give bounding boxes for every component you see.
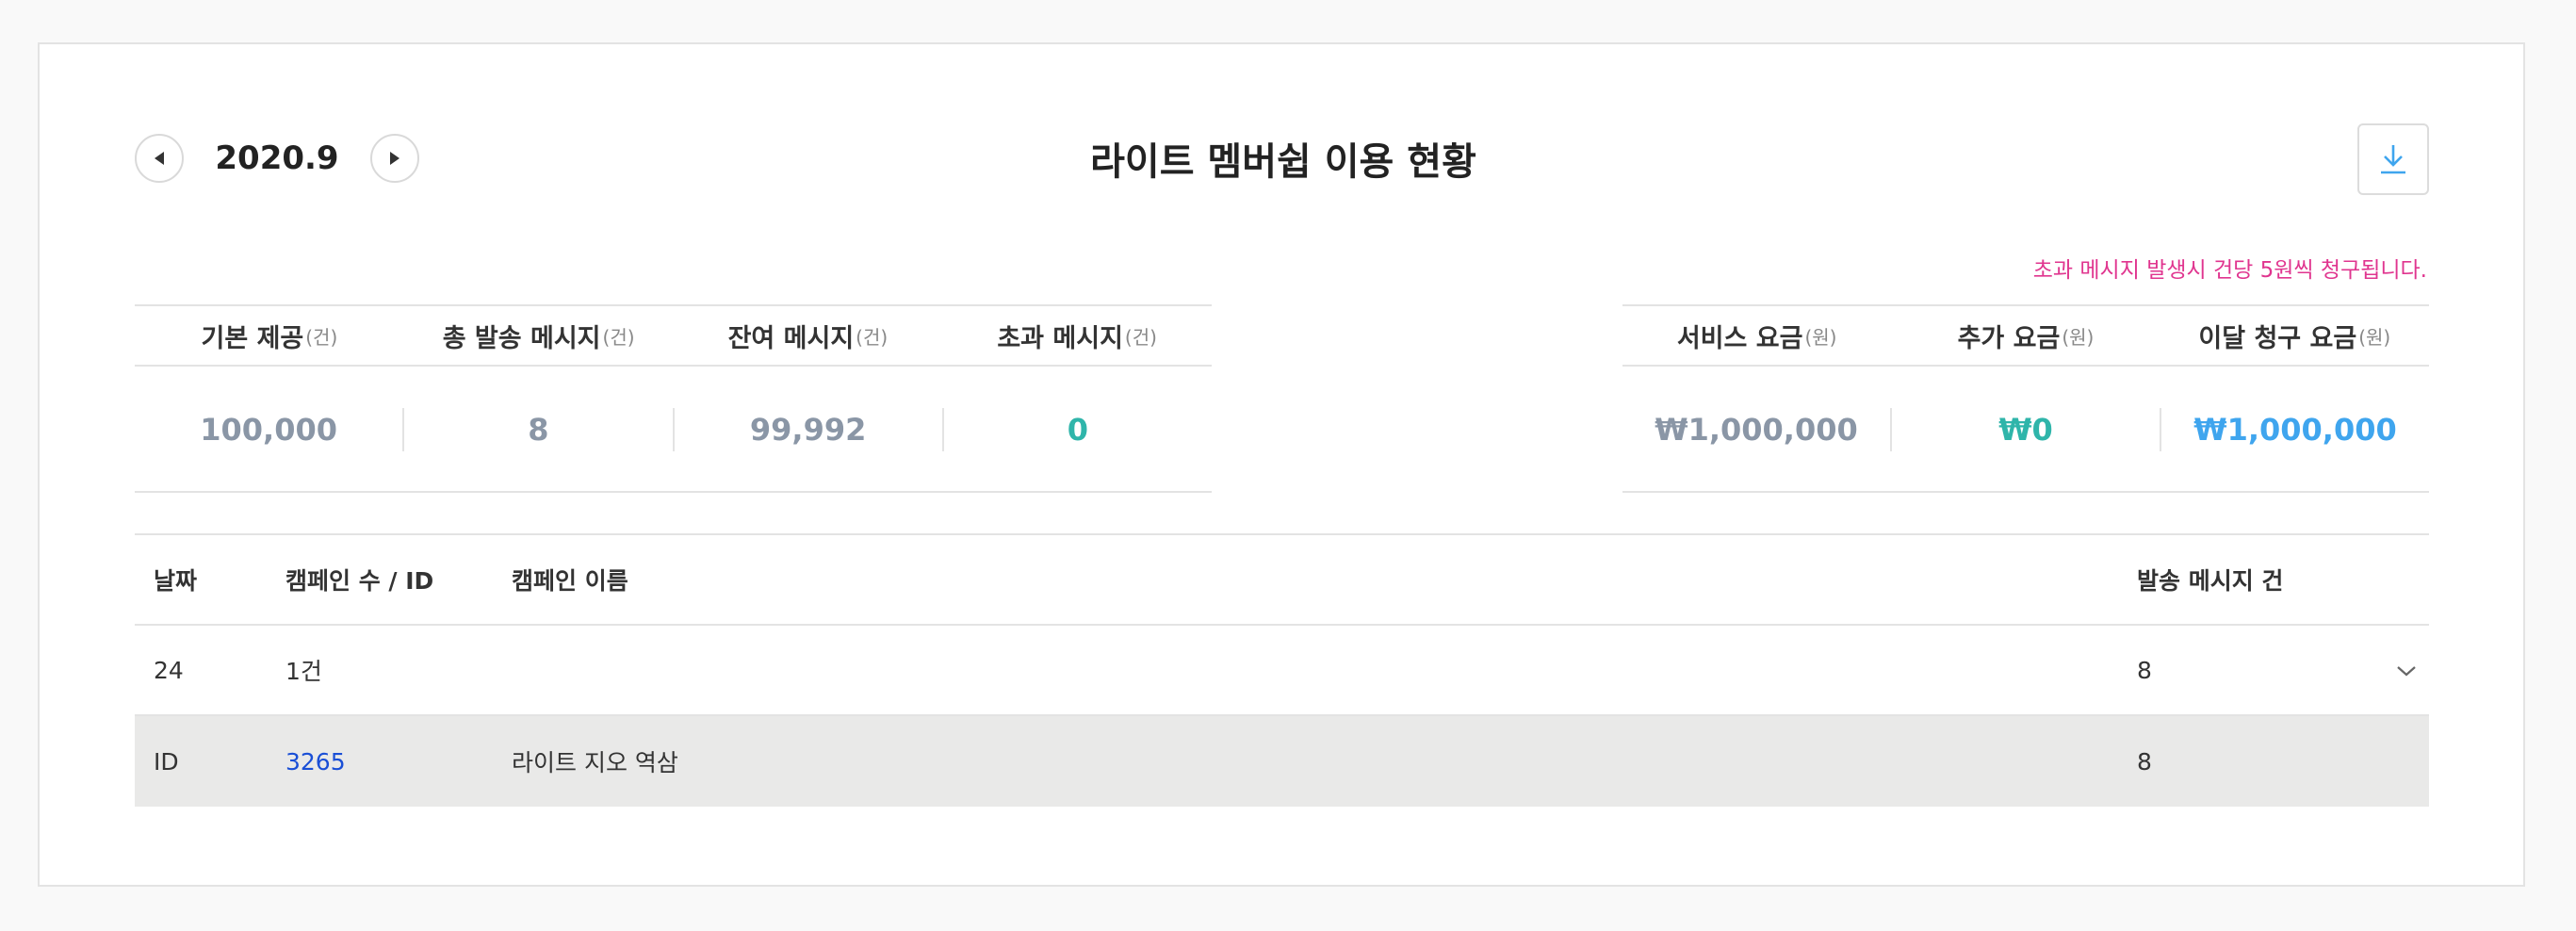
membership-usage-panel: 2020.9 라이트 멤버쉽 이용 현황 초과 메시지 발생시 건당 5원씩 청… [38, 42, 2525, 887]
stat-value-basic: 100,000 [200, 412, 337, 448]
fee-header-label: 서비스 요금 [1676, 323, 1803, 353]
fee-header-label: 이달 청구 요금 [2198, 323, 2357, 353]
fee-header-label: 추가 요금 [1957, 323, 2061, 353]
stat-header-unit: (건) [1124, 325, 1157, 349]
stat-header-remaining: 잔여 메시지 (건) [674, 306, 943, 365]
campaign-table-header: 날짜 캠페인 수 / ID 캠페인 이름 발송 메시지 건 [135, 535, 2429, 626]
campaign-id-link-text[interactable]: 3265 [285, 748, 346, 776]
cell-id-label: ID [154, 747, 179, 776]
campaign-table: 날짜 캠페인 수 / ID 캠페인 이름 발송 메시지 건 24 1건 8 ID… [135, 533, 2429, 807]
fee-value-additional: ₩0 [1890, 408, 2160, 451]
column-header-campaign-count-id: 캠페인 수 / ID [285, 567, 434, 595]
download-icon [2381, 145, 2405, 174]
stat-header-unit: (건) [305, 325, 338, 349]
stat-value-total-sent: 8 [402, 408, 672, 451]
table-row[interactable]: 24 1건 8 [135, 626, 2429, 716]
cell-date: 24 [154, 656, 184, 684]
cell-sent-count: 8 [2137, 747, 2152, 776]
stat-header-basic: 기본 제공 (건) [135, 306, 404, 365]
fee-value-monthly-bill: ₩1,000,000 [2160, 408, 2429, 451]
expand-row-button[interactable] [2394, 660, 2419, 682]
stat-header-label: 잔여 메시지 [727, 323, 855, 353]
stat-header-label: 기본 제공 [201, 323, 304, 353]
fee-stats-values: ₩1,000,000 ₩0 ₩1,000,000 [1622, 367, 2429, 493]
column-header-campaign-name: 캠페인 이름 [512, 567, 628, 595]
column-header-date: 날짜 [154, 567, 198, 595]
chevron-down-icon [2397, 666, 2416, 677]
fee-header-unit: (원) [1804, 325, 1837, 349]
stat-value-remaining: 99,992 [672, 408, 942, 451]
fee-header-service: 서비스 요금 (원) [1622, 306, 1891, 365]
cell-sent-count: 8 [2137, 656, 2152, 684]
fee-value-service: ₩1,000,000 [1655, 412, 1858, 448]
stat-header-excess: 초과 메시지 (건) [942, 306, 1212, 365]
page-title: 라이트 멤버쉽 이용 현황 [1090, 140, 1476, 184]
fee-header-monthly-bill: 이달 청구 요금 (원) [2160, 306, 2429, 365]
stat-header-unit: (건) [602, 325, 635, 349]
cell-campaign-count: 1건 [285, 658, 322, 685]
stat-header-total-sent: 총 발송 메시지 (건) [404, 306, 674, 365]
stat-value-excess: 0 [941, 408, 1212, 451]
download-button[interactable] [2357, 123, 2429, 195]
fee-stats-header: 서비스 요금 (원) 추가 요금 (원) 이달 청구 요금 (원) [1622, 306, 2429, 367]
fee-header-unit: (원) [2062, 325, 2095, 349]
message-stats-values: 100,000 8 99,992 0 [135, 367, 1212, 493]
cell-campaign-name: 라이트 지오 역삼 [512, 749, 678, 776]
overage-notice: 초과 메시지 발생시 건당 5원씩 청구됩니다. [2032, 258, 2427, 283]
stat-header-label: 초과 메시지 [997, 323, 1123, 353]
stat-header-label: 총 발송 메시지 [442, 323, 601, 353]
stat-header-unit: (건) [856, 325, 889, 349]
column-header-sent-count: 발송 메시지 건 [2137, 567, 2284, 595]
fee-stats-table: 서비스 요금 (원) 추가 요금 (원) 이달 청구 요금 (원) ₩1,000… [1622, 304, 2429, 493]
fee-header-additional: 추가 요금 (원) [1891, 306, 2160, 365]
message-stats-table: 기본 제공 (건) 총 발송 메시지 (건) 잔여 메시지 (건) 초과 메시지… [135, 304, 1212, 493]
campaign-id-link: 3265 [285, 748, 512, 776]
fee-header-unit: (원) [2358, 325, 2391, 349]
message-stats-header: 기본 제공 (건) 총 발송 메시지 (건) 잔여 메시지 (건) 초과 메시지… [135, 306, 1212, 367]
table-row-detail: ID 3265 라이트 지오 역삼 8 [135, 716, 2429, 807]
